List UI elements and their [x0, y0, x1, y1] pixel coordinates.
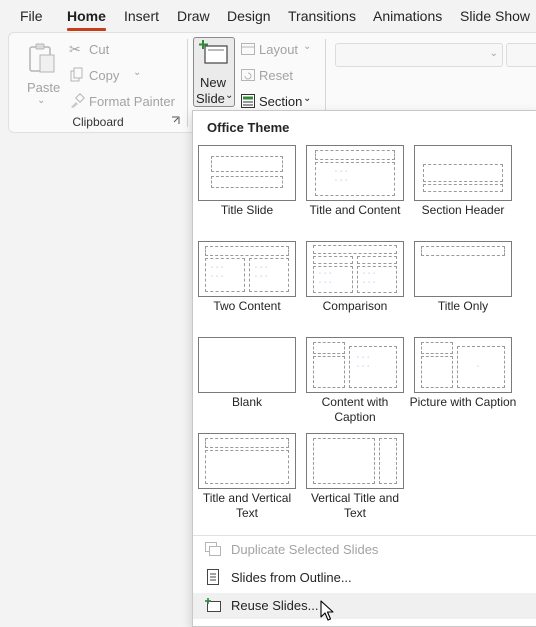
paste-button[interactable]: Paste ⌄	[23, 39, 61, 109]
scissors-icon: ✂	[69, 41, 81, 57]
layout-label: Vertical Title and Text	[310, 491, 400, 520]
layout-section-header[interactable]: Section Header	[409, 145, 517, 218]
gallery-header: Office Theme	[207, 120, 290, 135]
chevron-down-icon: ⌄	[37, 95, 46, 106]
tab-insert[interactable]: Insert	[124, 8, 159, 24]
chevron-down-icon[interactable]: ⌄	[133, 67, 141, 78]
copy-icon	[70, 67, 83, 82]
layout-thumbnail	[414, 241, 512, 297]
duplicate-label: Duplicate Selected Slides	[231, 542, 379, 557]
reuse-slides-item[interactable]: Reuse Slides...	[193, 593, 536, 619]
layout-title-only[interactable]: Title Only	[409, 241, 517, 314]
new-slide-label-line2: Slide	[196, 91, 225, 106]
section-label: Section	[259, 94, 303, 109]
layout-title-slide[interactable]: Title Slide	[193, 145, 301, 218]
layout-thumbnail: ◦◦◦ ◦◦◦	[306, 337, 404, 393]
chevron-down-icon: ⌄	[225, 90, 234, 101]
layout-thumbnail: ◦◦◦ ◦◦◦ ◦◦◦ ◦◦◦	[198, 241, 296, 297]
clipboard-group-label: Clipboard	[72, 115, 124, 129]
tab-draw[interactable]: Draw	[177, 8, 210, 24]
paste-icon	[29, 43, 55, 73]
layout-title-and-content[interactable]: ◦◦◦ ◦◦◦ Title and Content	[301, 145, 409, 218]
layout-label: Picture with Caption	[409, 395, 517, 409]
new-slide-icon	[199, 40, 228, 64]
section-icon	[241, 94, 255, 108]
menu-divider	[193, 535, 536, 536]
ribbon-separator	[187, 39, 188, 127]
layout-comparison[interactable]: ◦◦◦ ◦◦◦ ◦◦◦ ◦◦◦ Comparison	[301, 241, 409, 314]
layout-blank[interactable]: Blank	[193, 337, 301, 410]
tab-home[interactable]: Home	[67, 8, 106, 31]
paintbrush-icon	[71, 93, 85, 108]
layout-icon	[241, 43, 255, 55]
reset-label: Reset	[259, 68, 293, 83]
tab-file[interactable]: File	[20, 8, 43, 24]
tab-slide-show[interactable]: Slide Show	[460, 8, 530, 24]
layout-thumbnail	[198, 145, 296, 201]
layout-thumbnail: ◦	[414, 337, 512, 393]
layout-content-with-caption[interactable]: ◦◦◦ ◦◦◦ Content with Caption	[301, 337, 409, 425]
layout-thumbnail	[198, 337, 296, 393]
ribbon-tab-bar: File Home Insert Draw Design Transitions…	[0, 0, 536, 32]
new-slide-gallery: Office Theme Title Slide ◦◦◦ ◦◦◦ Title an…	[192, 110, 536, 627]
reuse-slides-icon	[205, 598, 221, 612]
layout-label: Layout	[259, 42, 299, 57]
cut-label: Cut	[89, 42, 110, 57]
cut-button[interactable]: ✂ Cut	[69, 41, 179, 59]
layout-thumbnail	[306, 433, 404, 489]
outline-label: Slides from Outline...	[231, 570, 352, 585]
layout-thumbnail: ◦◦◦ ◦◦◦	[306, 145, 404, 201]
copy-label: Copy	[89, 68, 120, 83]
layout-label: Title and Vertical Text	[202, 491, 292, 520]
duplicate-slides-icon	[205, 542, 221, 556]
dialog-launcher-icon[interactable]	[171, 116, 180, 125]
layout-vertical-title-and-text[interactable]: Vertical Title and Text	[301, 433, 409, 521]
layout-label: Section Header	[421, 203, 505, 217]
layout-thumbnail	[414, 145, 512, 201]
layout-thumbnail	[198, 433, 296, 489]
section-button[interactable]: Section ⌄	[241, 93, 321, 111]
layout-label: Two Content	[213, 299, 281, 313]
outline-document-icon	[207, 569, 219, 585]
layout-two-content[interactable]: ◦◦◦ ◦◦◦ ◦◦◦ ◦◦◦ Two Content	[193, 241, 301, 314]
tab-transitions[interactable]: Transitions	[288, 8, 356, 24]
font-family-combo[interactable]: ⌄	[335, 43, 503, 67]
reset-icon	[241, 69, 255, 81]
tab-animations[interactable]: Animations	[373, 8, 442, 24]
layout-label: Title Only	[437, 299, 489, 313]
tab-design[interactable]: Design	[227, 8, 271, 24]
new-slide-label-line1: New	[200, 75, 227, 90]
new-slide-button[interactable]: New Slide ⌄	[193, 37, 235, 107]
layout-thumbnail: ◦◦◦ ◦◦◦ ◦◦◦ ◦◦◦	[306, 241, 404, 297]
font-size-combo[interactable]	[506, 43, 536, 67]
reset-button[interactable]: Reset	[241, 67, 321, 85]
layout-label: Title and Content	[309, 203, 401, 217]
chevron-down-icon: ⌄	[303, 93, 312, 104]
chevron-down-icon: ⌄	[489, 48, 498, 59]
layout-label: Content with Caption	[321, 395, 389, 424]
layout-button[interactable]: Layout ⌄	[241, 41, 321, 59]
layout-label: Blank	[231, 395, 263, 409]
chevron-down-icon: ⌄	[303, 41, 312, 52]
layout-label: Comparison	[322, 299, 388, 313]
format-painter-label: Format Painter	[89, 94, 175, 109]
slides-from-outline-item[interactable]: Slides from Outline...	[193, 565, 536, 591]
reuse-label: Reuse Slides...	[231, 598, 319, 613]
duplicate-selected-slides-item[interactable]: Duplicate Selected Slides	[193, 537, 536, 563]
layout-title-and-vertical-text[interactable]: Title and Vertical Text	[193, 433, 301, 521]
mouse-pointer-icon	[320, 600, 334, 621]
layout-picture-with-caption[interactable]: ◦ Picture with Caption	[409, 337, 517, 410]
paste-label: Paste	[27, 80, 61, 95]
format-painter-button[interactable]: Format Painter	[69, 93, 179, 111]
layout-label: Title Slide	[220, 203, 274, 217]
copy-button[interactable]: Copy ⌄	[69, 67, 179, 85]
clipboard-group: Paste ⌄ ✂ Cut Copy ⌄ Format Painter Clip…	[9, 33, 187, 132]
